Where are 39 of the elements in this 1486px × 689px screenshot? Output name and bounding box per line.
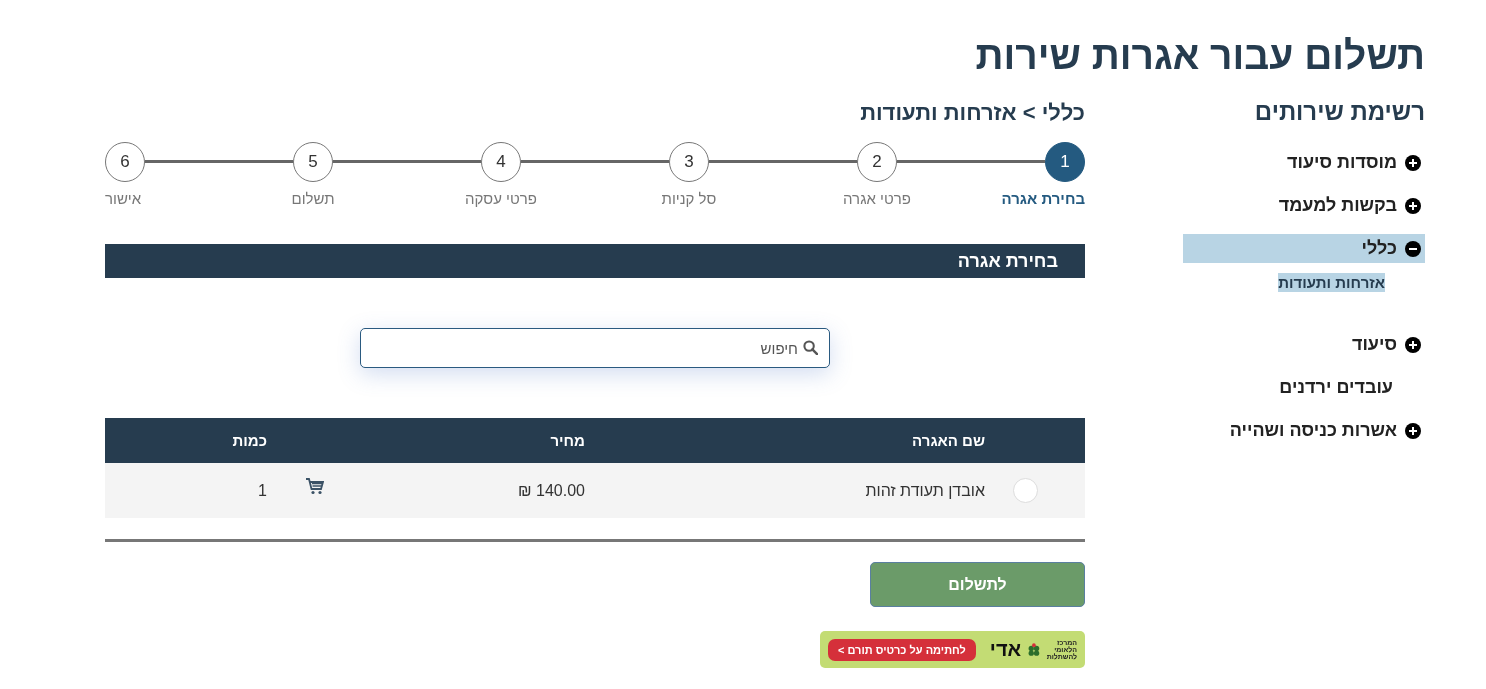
step-circle[interactable]: 3 xyxy=(669,142,709,182)
cart-icon[interactable] xyxy=(305,478,324,495)
expand-icon[interactable] xyxy=(1405,154,1421,171)
step-circle[interactable]: 6 xyxy=(105,142,145,182)
page-title: תשלום עבור אגרות שירות xyxy=(974,34,1425,79)
sidebar-item[interactable]: כללי xyxy=(1183,234,1425,263)
expand-icon[interactable] xyxy=(1405,197,1421,214)
donor-card-link[interactable]: לחתימה על כרטיס תורם > xyxy=(828,638,976,661)
sidebar-subitem[interactable]: אזרחות ותעודות xyxy=(1278,273,1385,292)
sidebar-item[interactable]: אשרות כניסה ושהייה xyxy=(1183,416,1425,445)
step-label: בחירת אגרה xyxy=(1001,190,1085,207)
table-cell-text: אובדן תעודת זהות xyxy=(864,481,985,500)
collapse-icon[interactable] xyxy=(1405,240,1421,257)
column-header: שם האגרה xyxy=(911,432,985,449)
section-header: בחירת אגרה xyxy=(105,244,1085,278)
step-label: סל קניות xyxy=(661,190,717,207)
step-label: פרטי אגרה xyxy=(843,190,911,207)
breadcrumb: כללי > אזרחות ותעודות xyxy=(859,99,1085,127)
step-circle[interactable]: 2 xyxy=(857,142,897,182)
step-label: אישור xyxy=(105,190,142,207)
sidebar-item[interactable]: עובדים ירדנים xyxy=(1183,373,1425,402)
banner-brand: אדי xyxy=(989,638,1022,661)
table-cell-text: 1 xyxy=(257,481,268,500)
expand-icon[interactable] xyxy=(1405,336,1421,353)
column-header: מחיר xyxy=(549,432,585,449)
expand-icon[interactable] xyxy=(1405,422,1421,439)
step-circle[interactable]: 5 xyxy=(293,142,333,182)
radio-button[interactable] xyxy=(1012,478,1038,503)
sidebar-item[interactable]: סיעוד xyxy=(1183,330,1425,359)
step-label: תשלום xyxy=(291,190,335,207)
sidebar-title: רשימת שירותים xyxy=(1253,97,1425,126)
step-circle[interactable]: 1 xyxy=(1045,142,1085,182)
sidebar-item[interactable]: מוסדות סיעוד xyxy=(1183,148,1425,177)
sidebar-item[interactable]: בקשות למעמד xyxy=(1183,191,1425,220)
step-circle[interactable]: 4 xyxy=(481,142,521,182)
table-cell-text: 140.00 ₪ xyxy=(517,481,585,500)
step-label: פרטי עסקה xyxy=(465,190,537,207)
search-field[interactable]: חיפוש xyxy=(360,328,830,368)
column-header: כמות xyxy=(231,432,268,449)
